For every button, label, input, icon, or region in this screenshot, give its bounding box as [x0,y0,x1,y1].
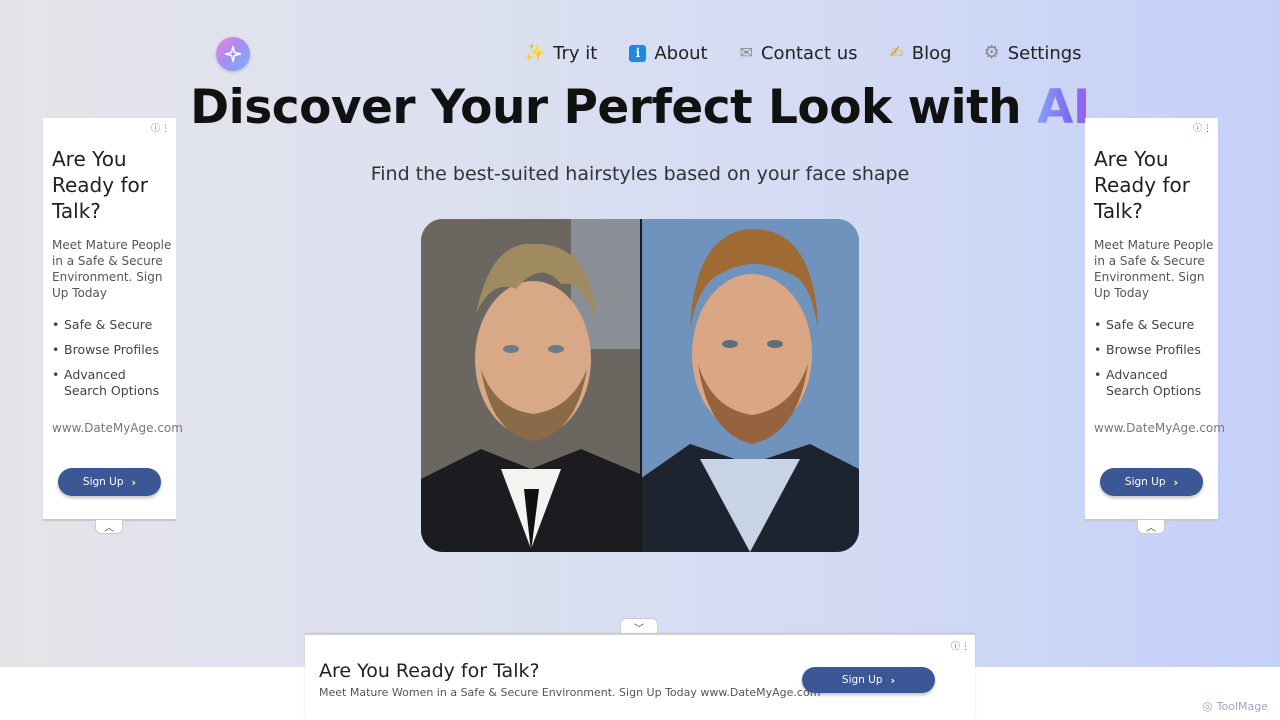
before-photo [421,219,640,552]
nav-label: Blog [911,42,952,64]
info-icon: i [629,44,647,62]
sign-up-button[interactable]: Sign Up › [58,468,161,496]
nav-about[interactable]: i About [629,42,708,64]
nav-blog[interactable]: ✍ Blog [890,43,952,64]
portrait-before [421,219,640,552]
nav-label: Try it [553,42,598,64]
compare-divider[interactable] [640,219,642,552]
portrait-after [640,219,859,552]
sign-up-button[interactable]: Sign Up › [1100,468,1203,496]
gear-icon: ⚙ [983,42,1000,63]
chevron-up-icon: ︿ [1146,523,1156,534]
button-label: Sign Up [841,674,883,686]
chevron-right-icon: › [890,673,896,687]
ad-url[interactable]: www.DateMyAge.com [52,421,183,435]
logo-sparkle-icon[interactable] [216,37,250,71]
list-item: Safe & Secure [52,317,172,333]
envelope-icon: ✉ [739,43,753,62]
ad-bullet-list: Safe & Secure Browse Profiles Advanced S… [1094,317,1214,408]
toolmage-logo-icon: ◎ [1202,699,1213,713]
ad-headline[interactable]: Are You Ready for Talk? [52,146,172,224]
ad-info-icon[interactable]: ⓘ⋮ [151,121,171,134]
sparkle-icon [224,45,242,63]
list-item: Browse Profiles [1094,342,1214,358]
ad-bullet-list: Safe & Secure Browse Profiles Advanced S… [52,317,172,408]
nav-label: About [654,42,708,64]
before-after-image [421,219,859,552]
nav-try-it[interactable]: ✨ Try it [524,43,597,64]
sign-up-button[interactable]: Sign Up › [802,667,935,693]
list-item: Advanced Search Options [52,367,172,399]
nav-contact-us[interactable]: ✉ Contact us [740,43,858,64]
ad-body: Meet Mature Women in a Safe & Secure Env… [319,686,821,699]
list-item: Safe & Secure [1094,317,1214,333]
chevron-right-icon: › [131,475,137,489]
pencil-icon: ✍ [889,42,904,63]
ad-collapse-toggle-left[interactable]: ︿ [95,520,123,534]
button-label: Sign Up [1124,476,1166,488]
ad-body: Meet Mature People in a Safe & Secure En… [1094,238,1214,300]
ad-collapse-toggle-right[interactable]: ︿ [1137,520,1165,534]
ad-banner-bottom[interactable]: ⓘ⋮ Are You Ready for Talk? Meet Mature W… [305,633,975,720]
after-photo [640,219,859,552]
title-accent: AI [1036,80,1090,135]
top-nav: ✨ Try it i About ✉ Contact us ✍ Blog ⚙ S… [524,40,1082,66]
ad-info-icon[interactable]: ⓘ⋮ [1193,121,1213,134]
nav-settings[interactable]: ⚙ Settings [984,43,1082,64]
ad-body: Meet Mature People in a Safe & Secure En… [52,238,172,300]
list-item: Browse Profiles [52,342,172,358]
nav-label: Settings [1007,42,1082,64]
chevron-up-icon: ︿ [104,523,114,534]
chevron-right-icon: › [1173,475,1179,489]
ad-info-icon[interactable]: ⓘ⋮ [951,639,971,652]
button-label: Sign Up [82,476,124,488]
ad-headline[interactable]: Are You Ready for Talk? [1094,146,1214,224]
ad-url[interactable]: www.DateMyAge.com [1094,421,1225,435]
sparkles-icon: ✨ [524,42,546,63]
title-main: Discover Your Perfect Look with [190,80,1022,135]
nav-label: Contact us [760,42,858,64]
list-item: Advanced Search Options [1094,367,1214,399]
watermark-text: ToolMage [1216,699,1268,713]
ad-banner-right[interactable]: ⓘ⋮ Are You Ready for Talk? Meet Mature P… [1085,118,1225,521]
ad-banner-left[interactable]: ⓘ⋮ Are You Ready for Talk? Meet Mature P… [43,118,183,521]
watermark: ◎ ToolMage [1202,699,1268,713]
ad-headline[interactable]: Are You Ready for Talk? [319,660,540,682]
